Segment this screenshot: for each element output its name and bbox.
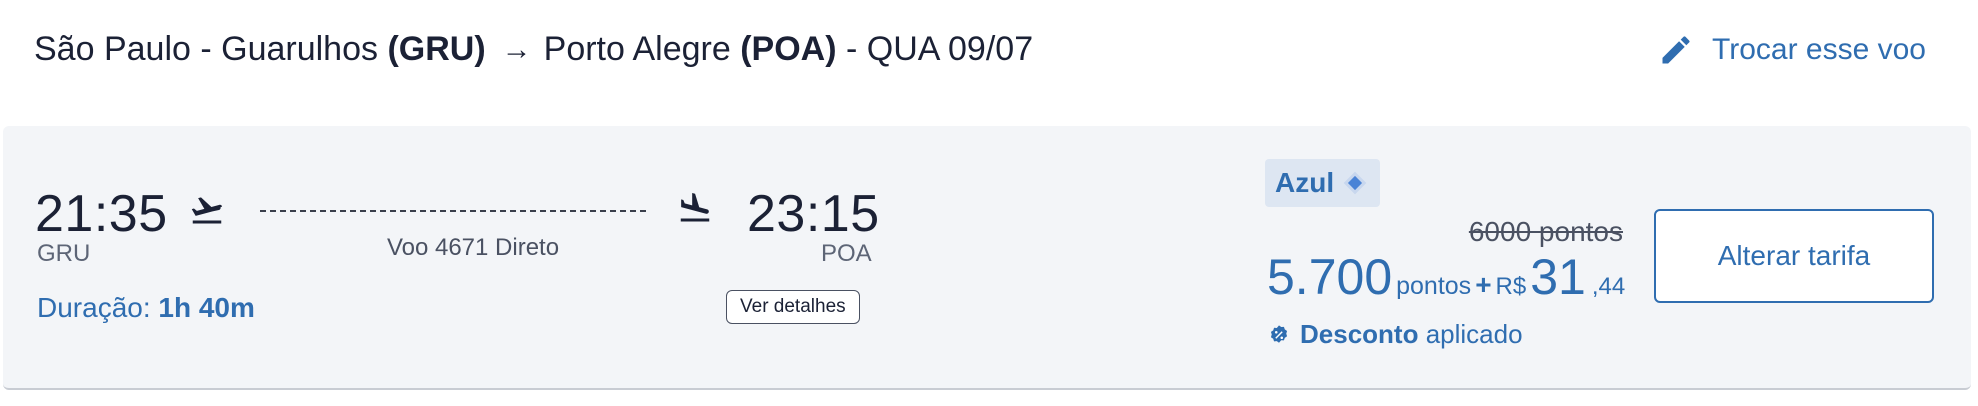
points-unit: pontos xyxy=(1396,272,1472,300)
airline-name: Azul xyxy=(1275,167,1335,198)
destination-code: (POA) xyxy=(740,30,837,68)
arrow-right-icon: → xyxy=(501,32,532,66)
currency-symbol: R$ xyxy=(1495,273,1527,300)
flight-number-info: Voo 4671 Direto xyxy=(386,234,560,261)
discounted-price: 5.700 pontos + R$ 31 ,44 xyxy=(1267,248,1625,306)
discount-label: Desconto xyxy=(1300,319,1419,349)
arrival-time: 23:15 xyxy=(747,185,880,243)
change-flight-link[interactable]: Trocar esse voo xyxy=(1658,32,1926,68)
cash-value: 31 xyxy=(1530,249,1586,305)
duration-label: Duração: xyxy=(37,292,151,323)
flight-duration: Duração: 1h 40m xyxy=(37,292,255,324)
change-flight-label: Trocar esse voo xyxy=(1712,33,1926,66)
discount-status: aplicado xyxy=(1425,319,1523,349)
origin-city: São Paulo - Guarulhos xyxy=(34,30,378,68)
landing-icon xyxy=(680,193,710,222)
diamond-icon xyxy=(1348,175,1363,191)
view-details-button[interactable]: Ver detalhes xyxy=(726,290,860,324)
flight-path-line xyxy=(260,210,646,212)
discount-badge-icon xyxy=(1270,324,1288,343)
flight-card: 21:35 GRU Voo 4671 Direto 23:15 POA Dura… xyxy=(3,126,1971,390)
pencil-icon xyxy=(1662,36,1690,64)
plus-sign: + xyxy=(1475,269,1492,300)
arrival-code: POA xyxy=(821,240,872,267)
origin-code: (GRU) xyxy=(387,30,486,68)
airline-badge: Azul xyxy=(1265,159,1381,207)
route-title: São Paulo - Guarulhos (GRU) → Porto Aleg… xyxy=(34,30,1033,69)
flight-date: - QUA 09/07 xyxy=(846,30,1034,68)
change-fare-button[interactable]: Alterar tarifa xyxy=(1654,209,1934,303)
discount-applied: Desconto aplicado xyxy=(1268,319,1523,350)
points-value: 5.700 xyxy=(1267,249,1393,305)
flight-selection-panel: São Paulo - Guarulhos (GRU) → Porto Aleg… xyxy=(0,0,1978,406)
takeoff-icon xyxy=(191,197,223,224)
destination-city: Porto Alegre xyxy=(543,30,731,68)
departure-code: GRU xyxy=(37,240,91,267)
departure-time: 21:35 xyxy=(35,185,168,243)
cash-cents: ,44 xyxy=(1591,273,1626,300)
original-price: 6000 pontos xyxy=(1468,216,1623,247)
duration-value: 1h 40m xyxy=(158,292,255,323)
